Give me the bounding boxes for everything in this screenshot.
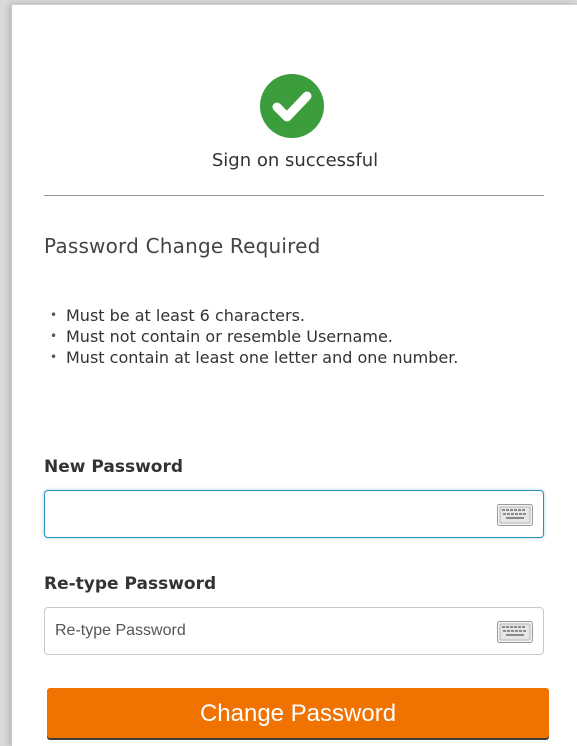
virtual-keyboard-icon[interactable] bbox=[497, 621, 533, 643]
page-heading: Password Change Required bbox=[44, 234, 321, 258]
retype-password-label: Re-type Password bbox=[44, 574, 217, 594]
virtual-keyboard-icon[interactable] bbox=[497, 504, 533, 526]
sign-on-status-message: Sign on successful bbox=[211, 150, 379, 171]
new-password-field-container bbox=[44, 490, 544, 538]
retype-password-input[interactable] bbox=[45, 608, 485, 654]
password-change-card: Sign on successful Password Change Requi… bbox=[11, 4, 577, 746]
divider bbox=[44, 195, 544, 196]
password-rules-list: Must be at least 6 characters. Must not … bbox=[44, 305, 524, 368]
new-password-input[interactable] bbox=[45, 491, 485, 537]
change-password-button[interactable]: Change Password bbox=[47, 688, 549, 738]
check-circle-icon bbox=[260, 74, 324, 138]
retype-password-field-container bbox=[44, 607, 544, 655]
new-password-label: New Password bbox=[44, 457, 184, 477]
password-rule: Must not contain or resemble Username. bbox=[44, 326, 524, 347]
password-rule: Must contain at least one letter and one… bbox=[44, 347, 524, 368]
password-rule: Must be at least 6 characters. bbox=[44, 305, 524, 326]
